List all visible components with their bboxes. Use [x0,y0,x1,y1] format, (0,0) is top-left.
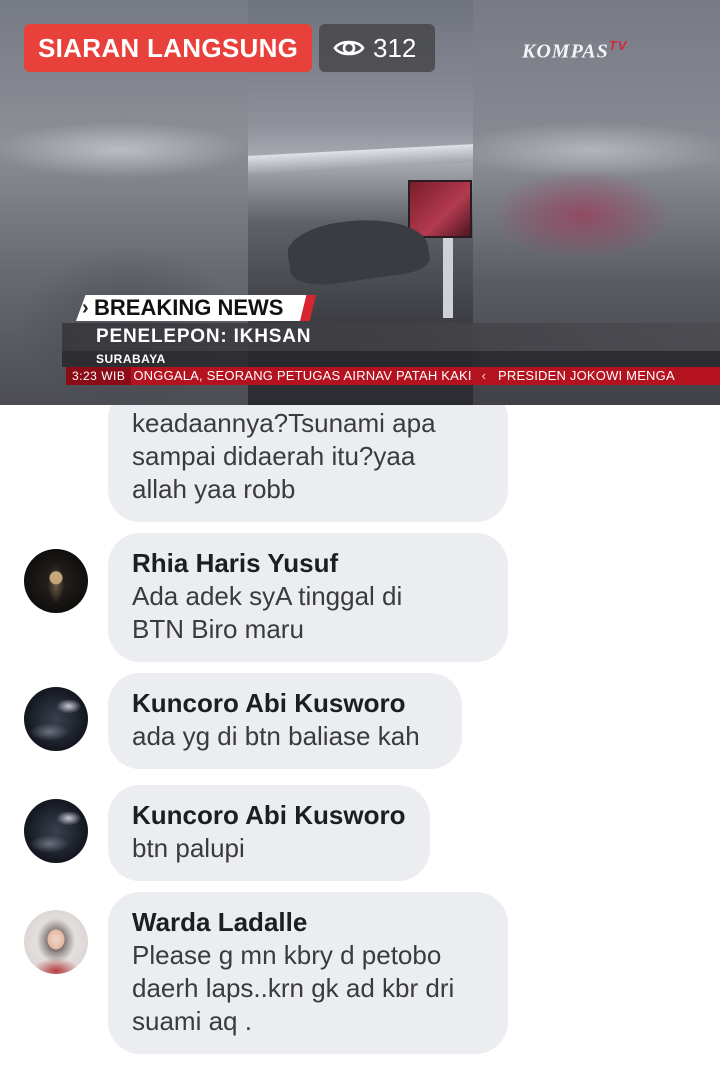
comment-bubble[interactable]: Kuncoro Abi Kusworo btn palupi [108,785,430,881]
viewer-count: 312 [373,33,417,63]
comment-message: Ada adek syA tinggal di BTN Biro maru [132,581,403,644]
comment-author[interactable]: Rhia Haris Yusuf [132,547,484,580]
comment-message: Please g mn kbry d petobo daerh laps..kr… [132,940,455,1036]
eye-icon [333,40,365,56]
comment-message: btn palupi [132,833,245,863]
comment-bubble[interactable]: keadaannya?Tsunami apa sampai didaerah i… [108,405,508,522]
comment-bubble[interactable]: Warda Ladalle Please g mn kbry d petobo … [108,892,508,1054]
comment-bubble[interactable]: Kuncoro Abi Kusworo ada yg di btn balias… [108,673,462,769]
live-video-player[interactable]: SIARAN LANGSUNG 312 KOMPASTV › BREAKING … [0,0,720,405]
comment-list[interactable]: keadaannya?Tsunami apa sampai didaerah i… [0,405,720,1070]
comment-bubble[interactable]: Rhia Haris Yusuf Ada adek syA tinggal di… [108,533,508,662]
avatar[interactable] [24,799,88,863]
avatar[interactable] [24,549,88,613]
comment-author[interactable]: Kuncoro Abi Kusworo [132,799,406,832]
comment-author[interactable]: Kuncoro Abi Kusworo [132,687,438,720]
news-ticker: 3:23 WIB ONGGALA, SEORANG PETUGAS AIRNAV … [66,367,720,385]
breaking-news-label: › BREAKING NEWS [76,295,314,321]
ticker-separator-icon: ‹ [481,368,486,383]
ticker-time: 3:23 WIB [66,367,132,385]
comment-author[interactable]: Warda Ladalle [132,906,484,939]
billboard [408,180,472,238]
ticker-text-2: PRESIDEN JOKOWI MENGA [498,368,675,383]
caller-caption: PENELEPON: IKHSAN [62,323,720,351]
city-caption: SURABAYA [62,351,720,367]
avatar[interactable] [24,910,88,974]
comment-message: keadaannya?Tsunami apa sampai didaerah i… [132,408,436,504]
comment-message: ada yg di btn baliase kah [132,721,420,751]
avatar[interactable] [24,687,88,751]
channel-logo: KOMPASTV [522,38,628,63]
live-badge: SIARAN LANGSUNG [24,24,313,72]
ticker-text-1: ONGGALA, SEORANG PETUGAS AIRNAV PATAH KA… [133,368,472,383]
viewer-count-badge: 312 [319,24,435,72]
